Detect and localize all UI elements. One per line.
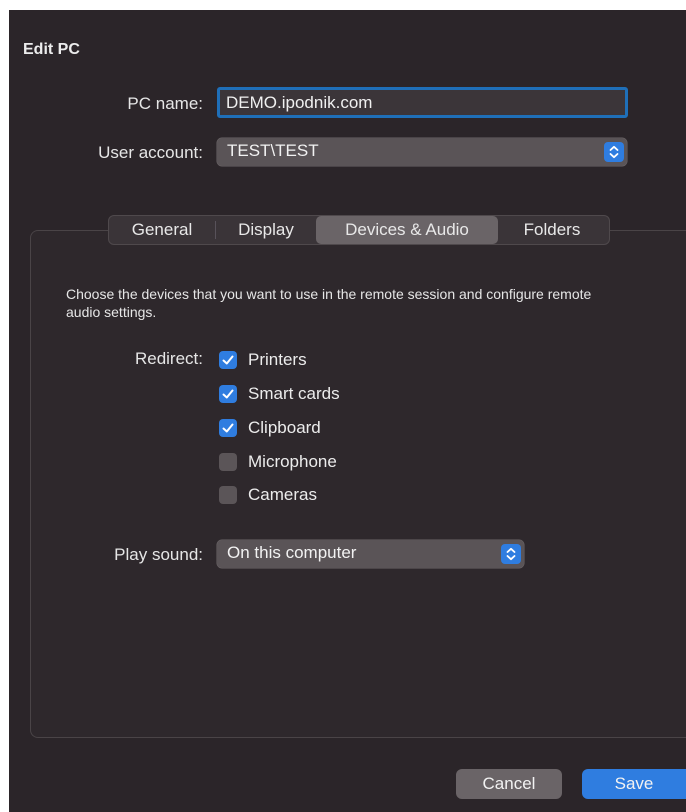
play-sound-value: On this computer xyxy=(227,543,357,562)
tab-general[interactable]: General xyxy=(109,216,215,244)
cancel-button[interactable]: Cancel xyxy=(456,769,562,799)
checkmark-icon xyxy=(222,355,234,365)
checkbox-smart-cards[interactable]: Smart cards xyxy=(219,383,340,405)
redirect-label: Redirect: xyxy=(134,349,203,368)
play-sound-select[interactable]: On this computer xyxy=(217,540,524,568)
checkbox-label: Smart cards xyxy=(248,384,340,403)
pc-name-label: PC name: xyxy=(127,94,203,113)
checkbox-cameras[interactable]: Cameras xyxy=(219,484,317,506)
tab-display[interactable]: Display xyxy=(216,216,316,244)
pc-name-input[interactable] xyxy=(217,87,628,118)
checkbox-clipboard[interactable]: Clipboard xyxy=(219,417,321,439)
checkbox-checked[interactable] xyxy=(219,351,237,369)
tab-devices-audio[interactable]: Devices & Audio xyxy=(316,216,498,244)
checkbox-printers[interactable]: Printers xyxy=(219,349,307,371)
checkbox-label: Cameras xyxy=(248,485,317,504)
save-button[interactable]: Save xyxy=(582,769,686,799)
chevron-up-down-icon xyxy=(501,544,521,564)
checkbox-checked[interactable] xyxy=(219,419,237,437)
checkmark-icon xyxy=(222,423,234,433)
checkmark-icon xyxy=(222,389,234,399)
user-account-label: User account: xyxy=(98,143,203,162)
checkbox-label: Printers xyxy=(248,350,307,369)
checkbox-unchecked[interactable] xyxy=(219,453,237,471)
dialog-title: Edit PC xyxy=(23,41,80,58)
devices-description: Choose the devices that you want to use … xyxy=(66,286,592,320)
user-account-value: TEST\TEST xyxy=(227,141,319,160)
tab-folders[interactable]: Folders xyxy=(498,216,606,244)
tab-bar: General Display Devices & Audio Folders xyxy=(108,215,610,245)
checkbox-checked[interactable] xyxy=(219,385,237,403)
checkbox-unchecked[interactable] xyxy=(219,486,237,504)
chevron-up-down-icon xyxy=(604,142,624,162)
checkbox-microphone[interactable]: Microphone xyxy=(219,451,337,473)
play-sound-label: Play sound: xyxy=(114,545,203,564)
checkbox-label: Microphone xyxy=(248,452,337,471)
user-account-select[interactable]: TEST\TEST xyxy=(217,138,627,166)
checkbox-label: Clipboard xyxy=(248,418,321,437)
